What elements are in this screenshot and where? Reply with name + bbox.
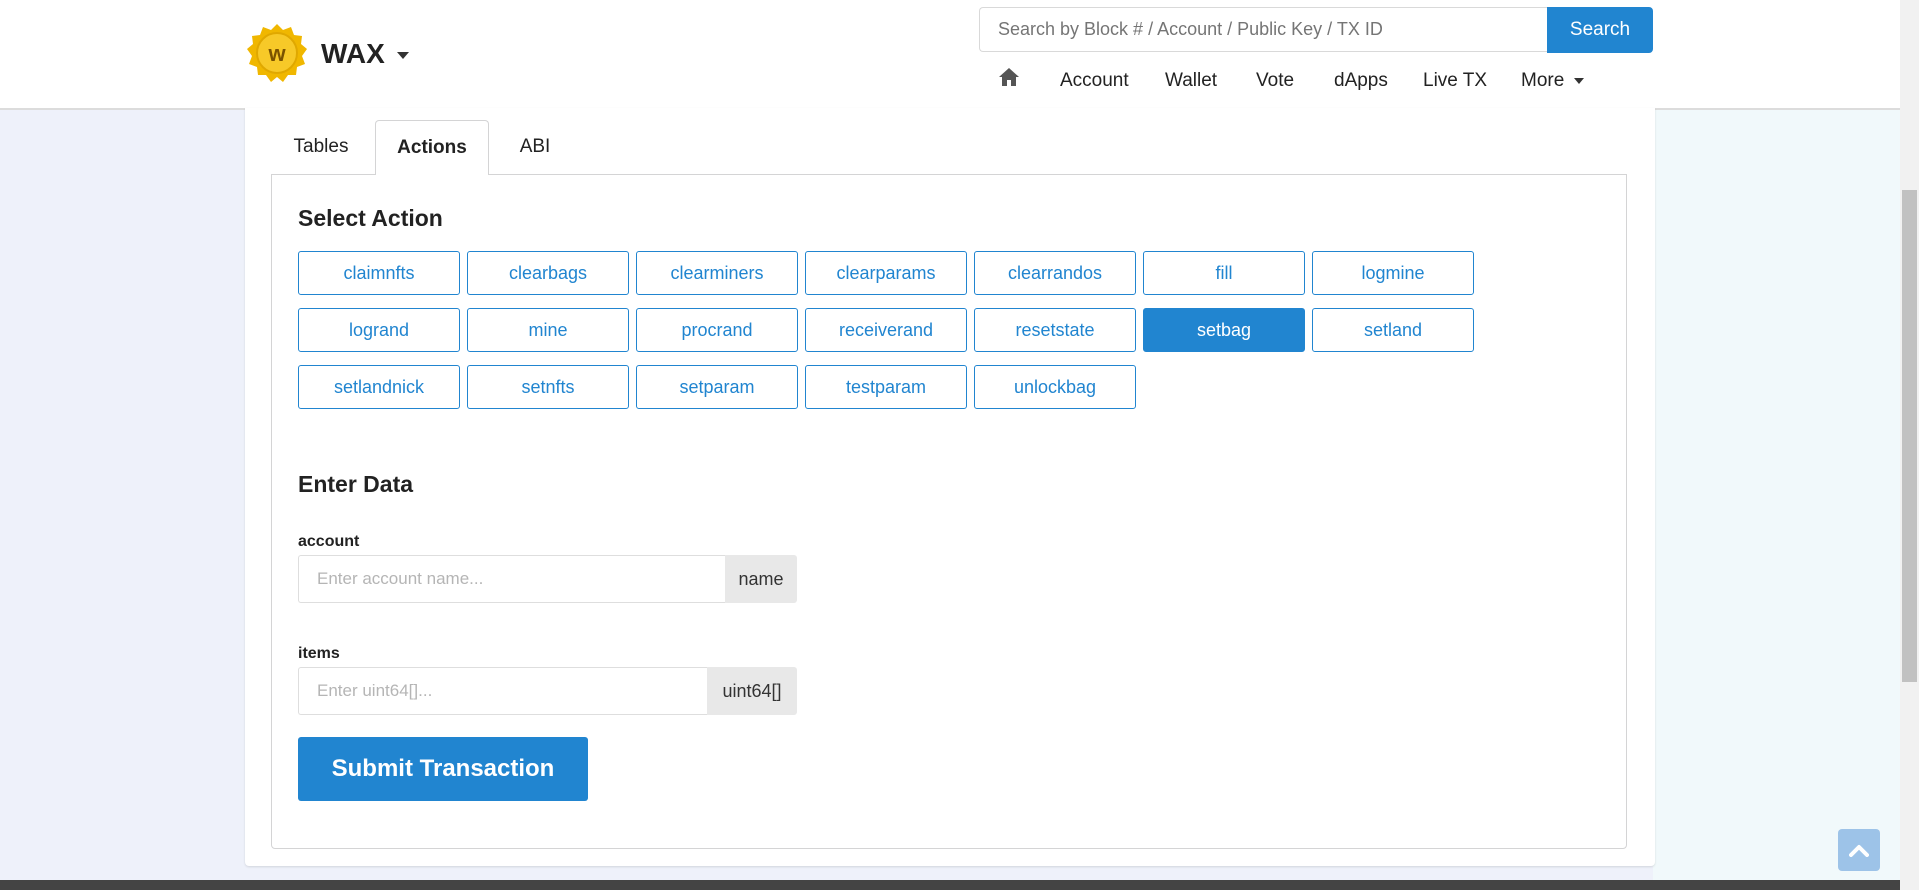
action-button-clearminers[interactable]: clearminers — [636, 251, 798, 295]
items-input-group: uint64[] — [298, 667, 797, 715]
action-button-setlandnick[interactable]: setlandnick — [298, 365, 460, 409]
nav-wallet[interactable]: Wallet — [1165, 70, 1217, 92]
search-button[interactable]: Search — [1547, 7, 1653, 53]
background-tint — [1653, 110, 1900, 890]
action-button-clearparams[interactable]: clearparams — [805, 251, 967, 295]
action-button-claimnfts[interactable]: claimnfts — [298, 251, 460, 295]
account-field-label: account — [298, 533, 360, 550]
select-action-title: Select Action — [298, 205, 443, 231]
enter-data-title: Enter Data — [298, 471, 414, 497]
nav-account[interactable]: Account — [1060, 70, 1129, 92]
action-button-setbag[interactable]: setbag — [1143, 308, 1305, 352]
nav-vote[interactable]: Vote — [1256, 70, 1294, 92]
action-button-receiverand[interactable]: receiverand — [805, 308, 967, 352]
back-to-top-button[interactable] — [1838, 829, 1880, 871]
submit-transaction-button[interactable]: Submit Transaction — [298, 737, 588, 801]
chevron-down-icon — [1574, 77, 1585, 84]
account-input-group: name — [298, 555, 797, 603]
action-button-logrand[interactable]: logrand — [298, 308, 460, 352]
action-button-fill[interactable]: fill — [1143, 251, 1305, 295]
search-input[interactable] — [979, 7, 1547, 52]
action-button-resetstate[interactable]: resetstate — [974, 308, 1136, 352]
action-button-setland[interactable]: setland — [1312, 308, 1474, 352]
contract-panel: Tables Actions ABI Select Action claimnf… — [245, 108, 1655, 866]
chevron-down-icon — [396, 51, 409, 59]
items-input[interactable] — [298, 667, 707, 715]
action-button-procrand[interactable]: procrand — [636, 308, 798, 352]
items-type-badge: uint64[] — [707, 667, 797, 715]
tab-abi[interactable]: ABI — [495, 120, 575, 174]
home-icon[interactable] — [998, 67, 1020, 93]
action-button-setnfts[interactable]: setnfts — [467, 365, 629, 409]
action-button-clearrandos[interactable]: clearrandos — [974, 251, 1136, 295]
nav-more-label: More — [1521, 70, 1565, 91]
action-button-setparam[interactable]: setparam — [636, 365, 798, 409]
items-field-label: items — [298, 645, 340, 662]
scrollbar-thumb[interactable] — [1902, 190, 1917, 682]
arrow-up-icon — [1849, 845, 1869, 857]
nav-dapps[interactable]: dApps — [1334, 70, 1388, 92]
nav-live-tx[interactable]: Live TX — [1423, 70, 1487, 92]
actions-tab-content: Select Action claimnfts clearbags clearmin… — [271, 174, 1627, 849]
tab-actions[interactable]: Actions — [375, 120, 489, 175]
nav-more[interactable]: More — [1521, 70, 1585, 92]
action-button-mine[interactable]: mine — [467, 308, 629, 352]
logo-text: WAX — [321, 38, 385, 69]
svg-text:w: w — [267, 41, 286, 66]
bottom-strip — [0, 880, 1900, 890]
action-button-clearbags[interactable]: clearbags — [467, 251, 629, 295]
action-button-unlockbag[interactable]: unlockbag — [974, 365, 1136, 409]
action-button-testparam[interactable]: testparam — [805, 365, 967, 409]
wax-logo-icon: w — [247, 24, 307, 82]
logo-dropdown[interactable]: w WAX — [245, 22, 409, 86]
account-type-badge: name — [725, 555, 797, 603]
account-input[interactable] — [298, 555, 725, 603]
top-header: w WAX Search Account Wallet Vote dApps L… — [0, 0, 1900, 110]
action-button-logmine[interactable]: logmine — [1312, 251, 1474, 295]
tab-tables[interactable]: Tables — [271, 120, 371, 174]
